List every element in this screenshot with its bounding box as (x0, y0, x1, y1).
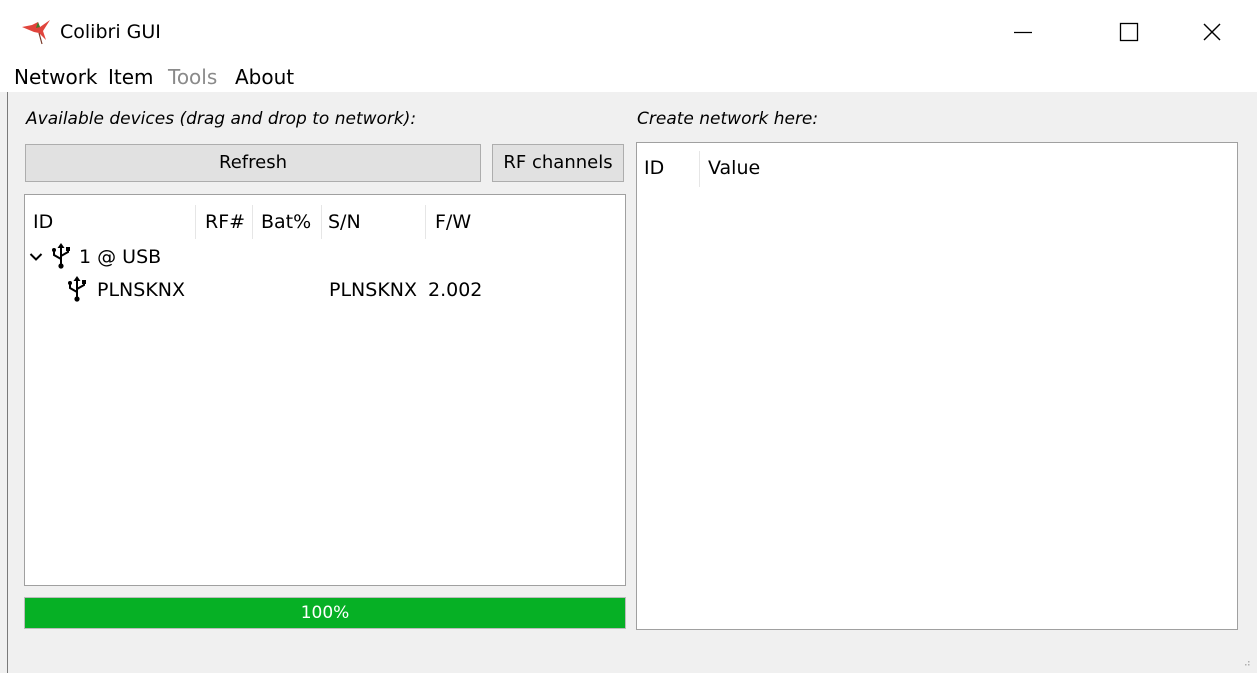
device-firmware: 2.002 (428, 279, 483, 301)
window-left-border (7, 92, 8, 673)
device-tree[interactable]: ID RF# Bat% S/N F/W 1 @ USB PLNSKNX PLNS… (24, 194, 626, 586)
window-title: Colibri GUI (60, 21, 161, 43)
maximize-button[interactable] (1106, 12, 1152, 52)
network-tree[interactable]: ID Value (636, 142, 1238, 630)
menu-network[interactable]: Network (14, 64, 98, 90)
usb-icon (68, 276, 86, 302)
column-header-value[interactable]: Value (708, 156, 760, 180)
device-serial-number: PLNSKNX (329, 279, 418, 301)
resize-grip-icon[interactable] (1241, 659, 1251, 669)
usb-icon (52, 243, 70, 269)
device-id: 1 @ USB (79, 246, 162, 268)
column-header-id[interactable]: ID (33, 210, 53, 234)
column-header-bat[interactable]: Bat% (261, 210, 311, 234)
refresh-button[interactable]: Refresh (25, 144, 481, 182)
minimize-button[interactable] (1000, 12, 1046, 52)
rf-channels-button[interactable]: RF channels (492, 144, 624, 182)
hummingbird-app-icon (22, 20, 50, 45)
menu-bar: Network Item Tools About (0, 62, 1257, 92)
close-icon (1203, 23, 1221, 41)
chevron-down-icon[interactable] (29, 252, 43, 262)
title-bar: Colibri GUI (0, 0, 1257, 62)
column-header-rf[interactable]: RF# (205, 210, 245, 234)
device-id: PLNSKNX (97, 279, 186, 301)
tree-row-device[interactable]: PLNSKNX PLNSKNX 2.002 (25, 273, 625, 307)
column-header-sn[interactable]: S/N (328, 210, 361, 234)
column-separator (195, 205, 196, 239)
column-separator (252, 205, 253, 239)
tree-row-usb-bus[interactable]: 1 @ USB (25, 240, 625, 274)
column-separator (321, 205, 322, 239)
column-separator (425, 205, 426, 239)
menu-about[interactable]: About (235, 64, 294, 90)
progress-bar: 100% (24, 597, 626, 629)
available-devices-label: Available devices (drag and drop to netw… (26, 109, 417, 129)
menu-item[interactable]: Item (108, 64, 154, 90)
column-separator (699, 151, 700, 187)
column-header-id[interactable]: ID (644, 156, 664, 180)
progress-text: 100% (300, 603, 350, 623)
close-button[interactable] (1189, 12, 1235, 52)
menu-tools[interactable]: Tools (168, 64, 217, 90)
column-header-fw[interactable]: F/W (435, 210, 471, 234)
minimize-icon (1014, 31, 1032, 34)
maximize-icon (1119, 22, 1139, 42)
create-network-label: Create network here: (637, 109, 819, 129)
